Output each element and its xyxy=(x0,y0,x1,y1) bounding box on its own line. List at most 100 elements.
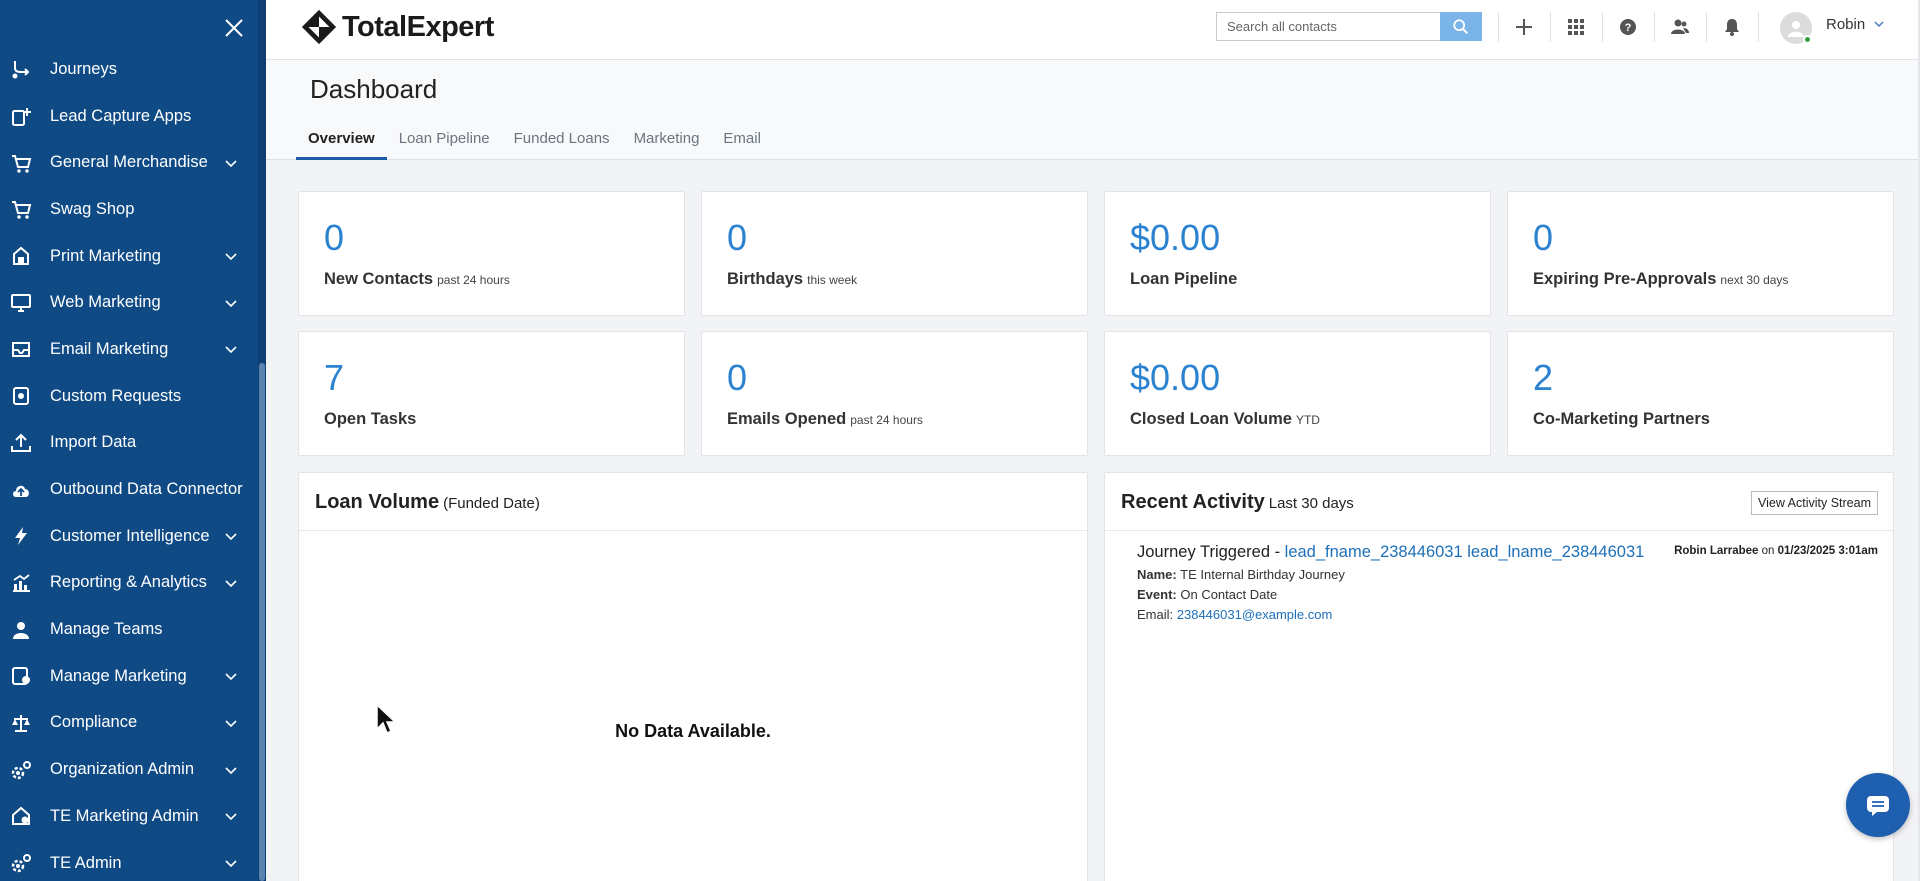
activity-email-link[interactable]: 238446031@example.com xyxy=(1177,607,1333,622)
stat-card-co-marketing-partners[interactable]: 2 Co-Marketing Partners xyxy=(1507,331,1894,456)
logo[interactable]: TotalExpert xyxy=(300,8,494,46)
sidebar-item-customer-intelligence[interactable]: Customer Intelligence xyxy=(0,513,258,560)
notifications-bell-icon[interactable] xyxy=(1719,14,1745,40)
activity-contact-link[interactable]: lead_fname_238446031 lead_lname_23844603… xyxy=(1285,543,1645,561)
stat-card-emails-opened[interactable]: 0 Emails Opened past 24 hours xyxy=(701,331,1088,456)
close-icon[interactable] xyxy=(222,16,246,40)
panel-header: Recent Activity Last 30 days View Activit… xyxy=(1105,473,1893,531)
sidebar-item-general-merchandise[interactable]: General Merchandise xyxy=(0,139,258,186)
header-divider xyxy=(1498,12,1499,42)
chevron-down-icon[interactable] xyxy=(224,296,238,310)
online-status-dot xyxy=(1803,35,1812,44)
sidebar-item-email-marketing[interactable]: Email Marketing xyxy=(0,326,258,373)
recent-activity-title: Recent Activity xyxy=(1121,491,1265,513)
sidebar-item-label: Swag Shop xyxy=(50,199,135,218)
stat-value: 0 xyxy=(727,217,748,258)
tab-marketing[interactable]: Marketing xyxy=(622,118,712,160)
tab-funded-loans[interactable]: Funded Loans xyxy=(502,118,622,160)
activity-email-line: Email: 238446031@example.com xyxy=(1137,607,1878,622)
chevron-down-icon[interactable] xyxy=(224,249,238,263)
sidebar-item-label: TE Marketing Admin xyxy=(50,806,199,825)
empty-state-message: No Data Available. xyxy=(615,721,771,741)
user-menu[interactable]: Robin xyxy=(1780,12,1885,44)
chevron-down-icon[interactable] xyxy=(224,576,238,590)
sidebar-item-label: Print Marketing xyxy=(50,246,161,265)
sidebar-item-reporting-and-analytics[interactable]: Reporting & Analytics xyxy=(0,560,258,607)
sidebar-item-print-marketing[interactable]: Print Marketing xyxy=(0,233,258,280)
tab-loan-pipeline[interactable]: Loan Pipeline xyxy=(387,118,502,160)
sidebar-item-journeys[interactable]: Journeys xyxy=(0,46,258,93)
chevron-down-icon[interactable] xyxy=(224,716,238,730)
sidebar-item-swag-shop[interactable]: Swag Shop xyxy=(0,186,258,233)
sidebar-item-label: Manage Marketing xyxy=(50,666,187,685)
sidebar-item-label: Email Marketing xyxy=(50,339,169,358)
panel-subtitle: Last 30 days xyxy=(1268,495,1354,512)
search-button[interactable] xyxy=(1440,12,1482,41)
svg-text:?: ? xyxy=(1625,22,1632,34)
chevron-down-icon[interactable] xyxy=(224,856,238,870)
sidebar-item-te-marketing-admin[interactable]: TE Marketing Admin xyxy=(0,793,258,840)
chevron-down-icon[interactable] xyxy=(224,669,238,683)
sidebar-item-manage-marketing[interactable]: Manage Marketing xyxy=(0,653,258,700)
sidebar-item-lead-capture-apps[interactable]: Lead Capture Apps xyxy=(0,93,258,140)
stat-sublabel: next 30 days xyxy=(1720,273,1789,287)
sidebar-item-manage-teams[interactable]: Manage Teams xyxy=(0,606,258,653)
sidebar-item-import-data[interactable]: Import Data xyxy=(0,420,258,467)
chevron-down-icon[interactable] xyxy=(224,763,238,777)
activity-event-line: Event: On Contact Date xyxy=(1137,587,1878,602)
stat-value: 2 xyxy=(1533,357,1554,398)
activity-on-text: on xyxy=(1758,545,1778,557)
stat-card-open-tasks[interactable]: 7 Open Tasks xyxy=(298,331,685,456)
stat-label: Loan Pipeline xyxy=(1130,270,1237,289)
chevron-down-icon[interactable] xyxy=(224,156,238,170)
page-header: Dashboard Overview Loan Pipeline Funded … xyxy=(266,60,1920,160)
help-icon[interactable]: ? xyxy=(1615,14,1641,40)
stat-card-new-contacts[interactable]: 0 New Contacts past 24 hours xyxy=(298,191,685,316)
sidebar-item-web-marketing[interactable]: Web Marketing xyxy=(0,279,258,326)
sidebar-scrollbar[interactable] xyxy=(258,0,266,881)
stat-card-loan-pipeline[interactable]: $0.00 Loan Pipeline xyxy=(1104,191,1491,316)
stat-card-closed-loan-volume[interactable]: $0.00 Closed Loan Volume YTD xyxy=(1104,331,1491,456)
monitor-icon xyxy=(10,292,32,314)
view-activity-stream-button[interactable]: View Activity Stream xyxy=(1750,491,1878,515)
stat-value: $0.00 xyxy=(1130,357,1221,398)
add-icon[interactable] xyxy=(1511,14,1537,40)
stat-label-text: Co-Marketing Partners xyxy=(1533,410,1710,428)
admin-building-icon xyxy=(10,805,32,827)
chevron-down-icon[interactable] xyxy=(224,529,238,543)
stat-card-birthdays[interactable]: 0 Birthdays this week xyxy=(701,191,1088,316)
stat-label: New Contacts past 24 hours xyxy=(324,270,510,289)
tab-overview[interactable]: Overview xyxy=(296,118,387,160)
cloud-upload-icon xyxy=(10,479,32,501)
cart-icon xyxy=(10,198,32,220)
stat-label: Emails Opened past 24 hours xyxy=(727,410,923,429)
stat-value: 0 xyxy=(1533,217,1554,258)
chevron-down-icon[interactable] xyxy=(224,809,238,823)
stat-sublabel: past 24 hours xyxy=(437,273,510,287)
apps-grid-icon[interactable] xyxy=(1563,14,1589,40)
sidebar-item-label: Import Data xyxy=(50,433,137,452)
activity-item: Journey Triggered - lead_fname_238446031… xyxy=(1137,543,1878,622)
manage-marketing-icon xyxy=(10,665,32,687)
header-divider xyxy=(1654,12,1655,42)
search-input[interactable] xyxy=(1216,12,1440,41)
sidebar: Journeys Lead Capture Apps General Merchan… xyxy=(0,0,266,881)
stat-label: Expiring Pre-Approvals next 30 days xyxy=(1533,270,1788,289)
stat-label: Open Tasks xyxy=(324,410,416,429)
sidebar-item-custom-requests[interactable]: Custom Requests xyxy=(0,373,258,420)
sidebar-scroll-thumb[interactable] xyxy=(259,363,265,881)
sidebar-item-te-admin[interactable]: TE Admin xyxy=(0,840,258,881)
sidebar-item-compliance[interactable]: Compliance xyxy=(0,700,258,747)
chevron-down-icon[interactable] xyxy=(224,342,238,356)
stat-label-text: Closed Loan Volume xyxy=(1130,410,1292,428)
chat-support-button[interactable] xyxy=(1846,773,1910,837)
top-header: TotalExpert ? Robin xyxy=(266,0,1920,60)
contacts-icon[interactable] xyxy=(1667,14,1693,40)
sidebar-item-label: Custom Requests xyxy=(50,386,182,405)
tab-email[interactable]: Email xyxy=(711,118,773,160)
stat-label-text: Open Tasks xyxy=(324,410,417,428)
stat-card-expiring-pre-approvals[interactable]: 0 Expiring Pre-Approvals next 30 days xyxy=(1507,191,1894,316)
activity-email-label: Email: xyxy=(1137,607,1174,622)
sidebar-item-outbound-data-connector[interactable]: Outbound Data Connector xyxy=(0,466,258,513)
sidebar-item-organization-admin[interactable]: Organization Admin xyxy=(0,746,258,793)
